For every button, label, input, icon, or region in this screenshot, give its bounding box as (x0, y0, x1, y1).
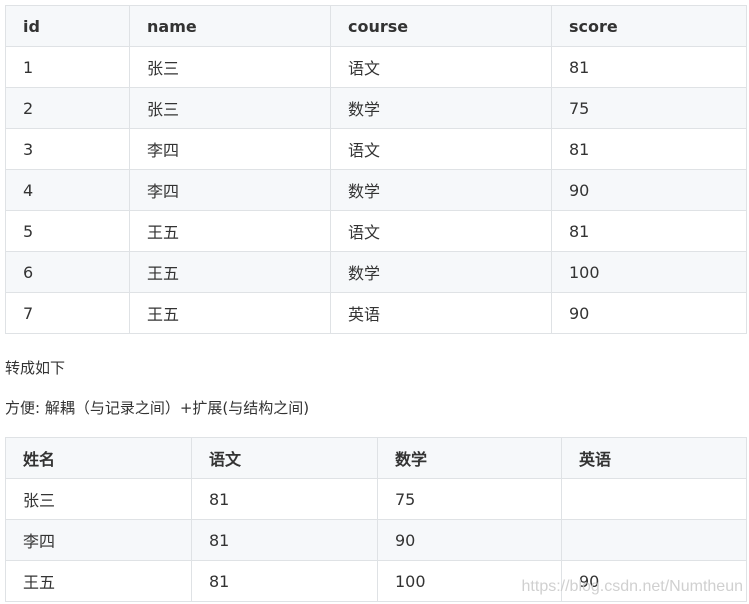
table-row: 4 李四 数学 90 (5, 169, 747, 211)
table-cell: 4 (5, 169, 130, 211)
column-header: 英语 (561, 437, 747, 479)
table-cell: 王五 (129, 292, 331, 334)
table-row: 7 王五 英语 90 (5, 292, 747, 334)
benefit-note: 方便: 解耦（与记录之间）+扩展(与结构之间) (5, 399, 310, 417)
table-cell (561, 478, 747, 520)
table-cell: 81 (191, 519, 378, 561)
table-row: 6 王五 数学 100 (5, 251, 747, 293)
table-cell: 75 (377, 478, 562, 520)
column-header: course (330, 5, 552, 47)
column-header: 语文 (191, 437, 378, 479)
watermark: https://blog.csdn.net/Numtheun (521, 578, 743, 595)
column-header: id (5, 5, 130, 47)
table-row: 5 王五 语文 81 (5, 210, 747, 252)
table-cell: 81 (191, 478, 378, 520)
table-cell: 语文 (330, 128, 552, 170)
table-row: 1 张三 语文 81 (5, 46, 747, 88)
table-cell: 81 (191, 560, 378, 602)
table-row: 2 张三 数学 75 (5, 87, 747, 129)
table-cell: 81 (551, 210, 747, 252)
column-header: score (551, 5, 747, 47)
table-cell: 7 (5, 292, 130, 334)
table-cell: 张三 (5, 478, 192, 520)
table-cell: 3 (5, 128, 130, 170)
table-cell: 语文 (330, 210, 552, 252)
table-cell (561, 519, 747, 561)
table-cell: 王五 (5, 560, 192, 602)
table-cell: 张三 (129, 46, 331, 88)
header-row: id name course score (5, 5, 747, 47)
column-header: name (129, 5, 331, 47)
table-cell: 王五 (129, 251, 331, 293)
table-cell: 81 (551, 46, 747, 88)
table-cell: 王五 (129, 210, 331, 252)
table-cell: 数学 (330, 251, 552, 293)
transform-note: 转成如下 (5, 359, 66, 377)
table-cell: 2 (5, 87, 130, 129)
table-cell: 数学 (330, 87, 552, 129)
table-cell: 张三 (129, 87, 331, 129)
table-cell: 数学 (330, 169, 552, 211)
header-row: 姓名 语文 数学 英语 (5, 437, 747, 479)
table-row: 3 李四 语文 81 (5, 128, 747, 170)
column-header: 姓名 (5, 437, 192, 479)
table-cell: 90 (551, 169, 747, 211)
table-cell: 1 (5, 46, 130, 88)
table-cell: 李四 (129, 128, 331, 170)
table-cell: 6 (5, 251, 130, 293)
table-cell: 李四 (5, 519, 192, 561)
table-row: 张三 81 75 (5, 478, 747, 520)
table-cell: 语文 (330, 46, 552, 88)
column-header: 数学 (377, 437, 562, 479)
table-cell: 100 (551, 251, 747, 293)
table-cell: 5 (5, 210, 130, 252)
table-cell: 90 (551, 292, 747, 334)
table-cell: 90 (377, 519, 562, 561)
table-cell: 李四 (129, 169, 331, 211)
table-cell: 81 (551, 128, 747, 170)
table-cell: 英语 (330, 292, 552, 334)
table-cell: 75 (551, 87, 747, 129)
score-records-table: id name course score 1 张三 语文 81 2 张三 数学 75 3 李四 语文 81 4 李… (5, 5, 747, 334)
table-row: 李四 81 90 (5, 519, 747, 561)
